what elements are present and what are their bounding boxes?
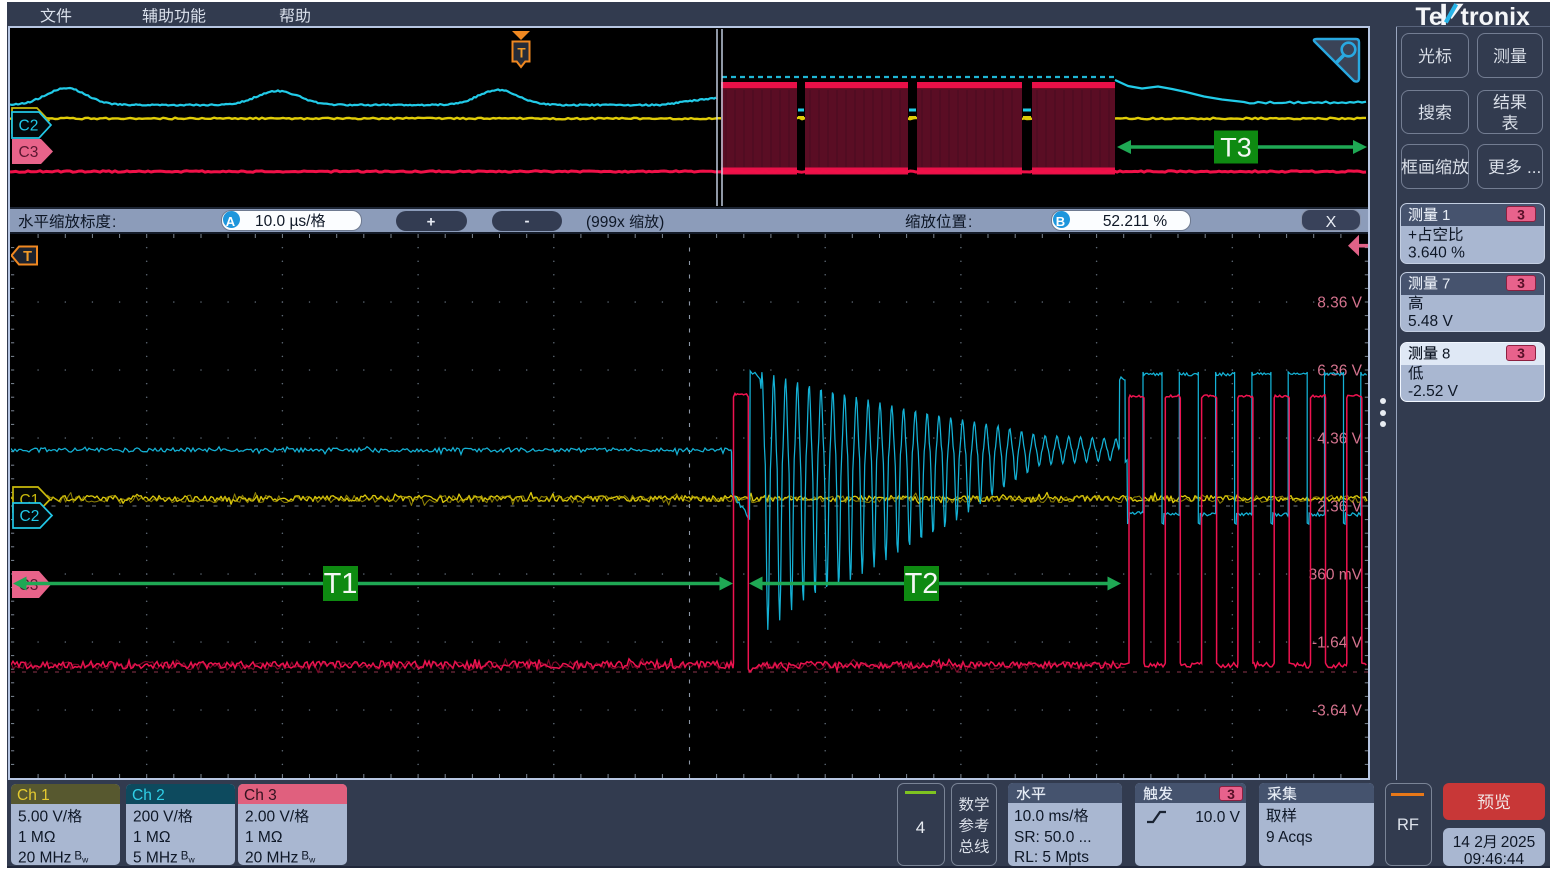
svg-text:3.640 %: 3.640 % — [1408, 245, 1465, 262]
svg-text:52.211 %: 52.211 % — [1103, 213, 1168, 230]
svg-text:09:46:44: 09:46:44 — [1464, 851, 1525, 868]
svg-text:-2.52 V: -2.52 V — [1408, 383, 1459, 400]
svg-text:-: - — [525, 213, 530, 230]
svg-text:5.48 V: 5.48 V — [1408, 313, 1453, 330]
svg-text:4: 4 — [916, 818, 925, 837]
svg-text:SR: 50.0 ...: SR: 50.0 ... — [1014, 829, 1092, 846]
svg-text:T: T — [517, 46, 526, 61]
svg-text:2.00 V/: 2.00 V/ — [245, 809, 295, 826]
svg-text:1: 1 — [1442, 207, 1450, 224]
svg-text:(999x: (999x — [586, 214, 625, 231]
svg-text:9 Acqs: 9 Acqs — [1266, 829, 1313, 846]
svg-text:RL: 5 Mpts: RL: 5 Mpts — [1014, 849, 1089, 866]
svg-text:3: 3 — [1517, 345, 1525, 361]
svg-text:): ) — [659, 214, 664, 231]
svg-text:360 mV: 360 mV — [1309, 567, 1363, 584]
svg-text:+: + — [1408, 227, 1417, 244]
svg-text:C3: C3 — [19, 144, 39, 161]
svg-text:Ch 2: Ch 2 — [132, 787, 165, 804]
svg-text:w: w — [188, 855, 196, 865]
svg-text:8: 8 — [1442, 346, 1450, 363]
svg-text:w: w — [308, 855, 316, 865]
svg-text:Ch 1: Ch 1 — [17, 787, 50, 804]
svg-text:3: 3 — [1227, 786, 1235, 802]
svg-text:w: w — [81, 855, 89, 865]
svg-text::: : — [112, 214, 116, 231]
svg-text::: : — [968, 214, 972, 231]
svg-text:C2: C2 — [19, 118, 39, 135]
svg-text:X: X — [1326, 214, 1337, 231]
svg-text:20 MHz: 20 MHz — [18, 850, 71, 867]
svg-text:14 2: 14 2 — [1453, 834, 1483, 851]
svg-text:T1: T1 — [324, 568, 358, 600]
svg-text:2025: 2025 — [1501, 834, 1535, 851]
svg-text:3: 3 — [1517, 207, 1525, 223]
svg-text:tronix: tronix — [1461, 3, 1531, 31]
svg-text:20 MHz: 20 MHz — [245, 850, 298, 867]
svg-text:B: B — [1056, 214, 1065, 229]
svg-text:...: ... — [1527, 158, 1541, 177]
svg-text:1 MΩ: 1 MΩ — [18, 829, 55, 846]
svg-text:10.0 µs/: 10.0 µs/ — [255, 213, 311, 230]
svg-text:T: T — [23, 249, 32, 265]
svg-text:Te: Te — [1416, 3, 1443, 31]
svg-text:200 V/: 200 V/ — [133, 809, 179, 826]
svg-text:10.0 ms/: 10.0 ms/ — [1014, 808, 1074, 825]
svg-text:7: 7 — [1442, 276, 1450, 293]
svg-text:10.0 V: 10.0 V — [1195, 809, 1240, 826]
svg-text:1 MΩ: 1 MΩ — [245, 829, 282, 846]
svg-text:5.00 V/: 5.00 V/ — [18, 809, 68, 826]
svg-text:3: 3 — [1517, 275, 1525, 291]
svg-text:T3: T3 — [1220, 133, 1252, 163]
svg-text:C2: C2 — [20, 508, 40, 525]
svg-text:T2: T2 — [905, 568, 939, 600]
svg-text:8.36 V: 8.36 V — [1317, 295, 1362, 312]
svg-text:-1.64 V: -1.64 V — [1312, 635, 1363, 652]
svg-text:1 MΩ: 1 MΩ — [133, 829, 170, 846]
svg-text:Ch 3: Ch 3 — [244, 787, 277, 804]
svg-text:+: + — [427, 214, 436, 231]
svg-text:5 MHz: 5 MHz — [133, 850, 178, 867]
svg-text:A: A — [226, 214, 236, 229]
svg-text:RF: RF — [1397, 816, 1419, 834]
svg-text:-3.64 V: -3.64 V — [1312, 703, 1363, 720]
